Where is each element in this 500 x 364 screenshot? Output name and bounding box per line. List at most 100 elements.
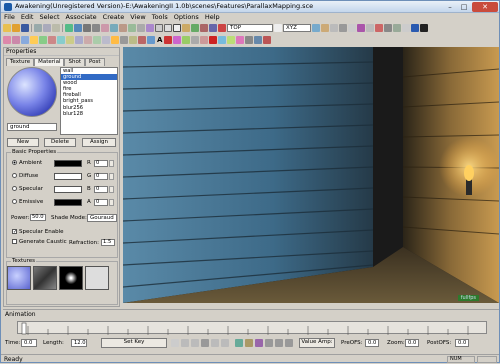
settings-icon[interactable] xyxy=(384,24,392,32)
bone-icon[interactable] xyxy=(236,36,245,44)
paint-icon[interactable] xyxy=(3,36,11,44)
ambient-color-swatch[interactable] xyxy=(54,160,82,167)
menu-view[interactable]: View xyxy=(127,13,148,22)
select-icon[interactable] xyxy=(155,24,163,32)
maximize-button[interactable]: □ xyxy=(457,2,471,12)
sphere-icon[interactable] xyxy=(147,36,155,44)
menu-file[interactable]: File xyxy=(1,13,18,22)
lightbulb-icon[interactable] xyxy=(111,36,119,44)
cut-icon[interactable] xyxy=(34,24,42,32)
tube-icon[interactable] xyxy=(120,36,128,44)
generate-caustic-checkbox[interactable] xyxy=(12,239,17,244)
mirror-icon[interactable] xyxy=(274,24,282,32)
copy-icon[interactable] xyxy=(43,24,51,32)
open-folder-icon[interactable] xyxy=(3,24,11,32)
specular-radio[interactable] xyxy=(12,186,17,191)
close-button[interactable]: ✕ xyxy=(472,2,498,12)
new-button[interactable]: New xyxy=(7,138,39,147)
menu-select[interactable]: Select xyxy=(36,13,62,22)
grid-icon[interactable] xyxy=(330,24,338,32)
view-b-icon[interactable] xyxy=(348,24,356,32)
diffuse-radio[interactable] xyxy=(12,173,17,178)
link-icon[interactable] xyxy=(83,24,91,32)
ease-icon[interactable] xyxy=(255,339,263,347)
cursor-icon[interactable] xyxy=(173,24,181,32)
car-icon[interactable] xyxy=(209,36,218,44)
fog-icon[interactable] xyxy=(66,36,74,44)
loop-icon[interactable] xyxy=(265,339,273,347)
play-anim-icon[interactable] xyxy=(201,339,209,347)
sky-icon[interactable] xyxy=(57,36,65,44)
minimize-button[interactable]: – xyxy=(443,2,457,12)
paste-icon[interactable] xyxy=(52,24,60,32)
lock-icon[interactable] xyxy=(245,36,254,44)
folder-icon[interactable] xyxy=(12,24,20,32)
particle-icon[interactable] xyxy=(146,24,154,32)
r-channel-input[interactable]: 0 xyxy=(94,160,108,167)
texture-thumb-normal[interactable] xyxy=(7,266,31,290)
filter-icon[interactable] xyxy=(285,339,293,347)
text-icon[interactable]: A xyxy=(156,36,163,44)
mesh-icon[interactable] xyxy=(200,36,209,44)
redo-icon[interactable] xyxy=(74,24,82,32)
value-amp-button[interactable]: Value Amp: xyxy=(299,338,335,348)
specular-enable-checkbox[interactable]: ✓ xyxy=(12,229,17,235)
ambient-radio[interactable] xyxy=(12,160,17,165)
diffuse-color-swatch[interactable] xyxy=(54,173,82,180)
3d-viewport[interactable]: fullfps xyxy=(123,47,499,303)
water-icon[interactable] xyxy=(48,36,56,44)
b-channel-input[interactable]: 0 xyxy=(94,186,108,193)
undo-icon[interactable] xyxy=(65,24,73,32)
wave-icon[interactable] xyxy=(75,36,83,44)
material-list[interactable]: wall ground wood fire fireball bright_pa… xyxy=(60,67,118,135)
delete-button[interactable]: Delete xyxy=(44,138,76,147)
cube-icon[interactable] xyxy=(119,24,127,32)
texture-thumb-empty[interactable] xyxy=(85,266,109,290)
snap-icon[interactable] xyxy=(321,24,329,32)
g-channel-input[interactable]: 0 xyxy=(94,173,108,180)
gizmo-icon[interactable] xyxy=(218,24,226,32)
path-icon[interactable] xyxy=(102,36,110,44)
select-region-icon[interactable] xyxy=(164,24,172,32)
sun-icon[interactable] xyxy=(129,36,137,44)
a-spinner[interactable] xyxy=(109,199,114,206)
record-icon[interactable] xyxy=(164,36,173,44)
menu-help[interactable]: Help xyxy=(202,13,223,22)
save-icon[interactable] xyxy=(21,24,29,32)
shade-mode-select[interactable]: Gouraud xyxy=(87,214,117,222)
tab-shot[interactable]: Shot xyxy=(64,58,85,66)
timeline-track[interactable] xyxy=(17,321,487,335)
fire-icon[interactable] xyxy=(138,36,146,44)
first-frame-icon[interactable] xyxy=(181,339,189,347)
render-icon[interactable] xyxy=(375,24,383,32)
frame-icon[interactable] xyxy=(366,24,374,32)
menu-associate[interactable]: Associate xyxy=(63,13,100,22)
play-icon[interactable] xyxy=(411,24,419,32)
camera-icon[interactable] xyxy=(137,24,145,32)
last-frame-icon[interactable] xyxy=(221,339,229,347)
lod-icon[interactable] xyxy=(93,36,101,44)
brush-icon[interactable] xyxy=(12,36,20,44)
axis-combo[interactable]: XYZ xyxy=(283,24,311,32)
length-input[interactable]: 12.0 xyxy=(71,339,87,347)
set-key-button[interactable]: Set Key xyxy=(101,338,167,348)
refraction-input[interactable]: 1.5 xyxy=(101,239,115,246)
compile-icon[interactable] xyxy=(393,24,401,32)
prev-frame-icon[interactable] xyxy=(191,339,199,347)
torus-icon[interactable] xyxy=(227,36,236,44)
next-frame-icon[interactable] xyxy=(211,339,219,347)
menu-tools[interactable]: Tools xyxy=(149,13,171,22)
tab-post[interactable]: Post xyxy=(84,58,105,66)
curve-icon[interactable] xyxy=(235,339,243,347)
rotate-icon[interactable] xyxy=(200,24,208,32)
a-channel-input[interactable]: 0 xyxy=(94,199,108,206)
view-a-icon[interactable] xyxy=(339,24,347,32)
texture-thumb-diffuse[interactable] xyxy=(33,266,57,290)
rope-icon[interactable] xyxy=(182,24,190,32)
scale-icon[interactable] xyxy=(209,24,217,32)
key-icon[interactable] xyxy=(171,339,179,347)
material-editor-icon[interactable] xyxy=(357,24,365,32)
plant-icon[interactable] xyxy=(39,36,47,44)
tab-texture[interactable]: Texture xyxy=(6,58,35,66)
time-input[interactable]: 0.0 xyxy=(21,339,37,347)
